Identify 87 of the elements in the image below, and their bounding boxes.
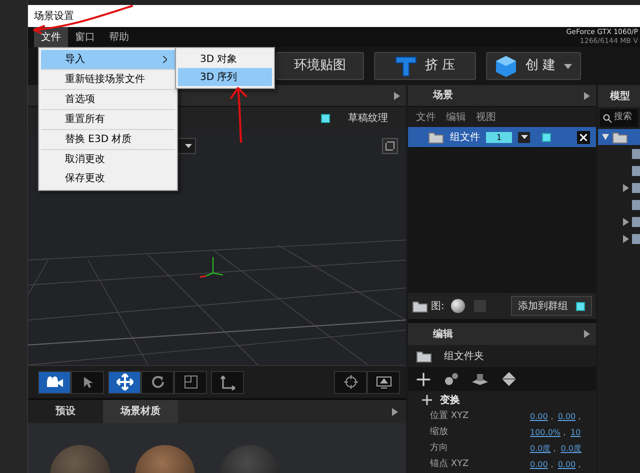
value-link[interactable]: 0.00 <box>558 411 576 423</box>
toolbar-button[interactable]: 环境贴图 <box>276 52 364 80</box>
square-icon[interactable] <box>174 370 207 394</box>
value-separator: ， <box>548 411 556 423</box>
panel-menu-item[interactable]: 视图 <box>476 110 496 124</box>
property-label: 锚点 XYZ <box>430 458 470 472</box>
panel-title: 编辑 <box>432 328 454 342</box>
window-title: 场景设置 <box>34 10 74 24</box>
caret-icon <box>185 144 192 148</box>
expand-arrow-icon[interactable] <box>623 234 629 242</box>
panel-title: 模型 <box>610 90 630 104</box>
menu-item[interactable]: 窗口 <box>68 27 102 47</box>
panel-title: 场景 <box>432 88 454 103</box>
box-icon[interactable] <box>471 372 489 386</box>
menu-option[interactable]: 3D 对象 <box>178 50 272 68</box>
value-link[interactable]: 0.0度 <box>560 443 582 455</box>
toolbar-button[interactable]: 创 建 <box>486 52 581 80</box>
panel-tab[interactable]: 预设 <box>28 400 103 423</box>
menu-option[interactable]: 取消更改 <box>41 150 175 169</box>
move-icon[interactable] <box>108 370 141 394</box>
panel-tab[interactable]: 场景材质 <box>103 400 178 423</box>
value-link[interactable]: 0.00 <box>530 459 548 471</box>
rotate-icon[interactable] <box>141 370 174 394</box>
axes-icon[interactable] <box>211 370 244 394</box>
target-icon[interactable] <box>334 370 367 394</box>
search-field[interactable]: 搜索 <box>600 109 638 127</box>
menu-option[interactable]: 3D 序列 <box>178 68 272 86</box>
menu-option[interactable]: 替换 E3D 材质 <box>41 130 175 149</box>
property-label: 方向 <box>430 442 449 456</box>
pointer-icon[interactable] <box>71 370 104 394</box>
expand-icon[interactable] <box>382 138 398 154</box>
expand-arrow-icon[interactable] <box>602 134 609 140</box>
property-label: 位置 XYZ <box>430 410 470 424</box>
menu-option[interactable]: 重置所有 <box>41 110 175 129</box>
caret-icon <box>564 64 572 68</box>
t-block-icon <box>394 55 417 77</box>
value-link[interactable]: 100.0% <box>530 427 561 439</box>
folder-icon <box>416 350 432 362</box>
dropdown-icon[interactable] <box>518 132 530 142</box>
panel-arrow-icon[interactable] <box>584 330 590 338</box>
toolbar-button[interactable]: 挤 压 <box>374 52 476 80</box>
close-icon[interactable] <box>577 130 590 144</box>
scene-row-name: 组文件 <box>450 130 480 144</box>
cube-icon <box>495 55 518 77</box>
folder-name: 组文件夹 <box>444 350 484 364</box>
visibility-toggle[interactable] <box>542 132 551 142</box>
panel-arrow-icon[interactable] <box>392 408 398 416</box>
search-input[interactable]: 搜索 <box>614 111 638 125</box>
group-toggle[interactable] <box>576 302 585 310</box>
value-separator: ， <box>576 411 584 423</box>
texture-toggle[interactable] <box>321 114 330 123</box>
scene-row[interactable]: 组文件 1 <box>408 127 596 147</box>
menu-option[interactable]: 首选项 <box>41 90 175 109</box>
plus-icon <box>422 395 432 405</box>
panel-arrow-icon[interactable] <box>394 92 400 100</box>
menu-option[interactable]: 导入 <box>41 50 175 69</box>
tree-root-row[interactable] <box>598 129 640 145</box>
value-separator: ， <box>550 443 559 455</box>
expand-arrow-icon[interactable] <box>623 218 629 226</box>
property-label: 缩放 <box>430 426 449 440</box>
menu-option[interactable]: 保存更改 <box>41 169 175 188</box>
annotation-arrow <box>228 86 250 144</box>
camera-icon[interactable] <box>38 370 71 394</box>
monitor-icon[interactable] <box>367 370 400 394</box>
value-link[interactable]: 10 <box>570 427 581 439</box>
add-to-group-button[interactable]: 添加到群组 <box>511 296 592 316</box>
search-icon <box>603 114 612 122</box>
value-separator: ， <box>560 427 569 439</box>
value-link[interactable]: 0.00 <box>558 459 576 471</box>
value-separator: ， <box>548 459 556 471</box>
value-separator: ， <box>576 459 584 471</box>
expand-arrow-icon[interactable] <box>623 184 629 192</box>
map-label: 图: <box>431 300 444 314</box>
menu-option[interactable]: 重新链接场景文件 <box>41 70 175 89</box>
diamond-icon[interactable] <box>501 371 517 387</box>
value-link[interactable]: 0.0度 <box>530 443 551 455</box>
menu-item[interactable]: 帮助 <box>102 27 136 47</box>
value-link[interactable]: 0.00 <box>530 411 548 423</box>
texture-label: 草稿纹理 <box>348 112 388 126</box>
add-folder-icon <box>412 300 428 312</box>
folder-icon <box>428 130 444 144</box>
panel-menu-item[interactable]: 文件 <box>416 110 436 124</box>
panel-arrow-icon[interactable] <box>584 92 590 100</box>
folder-icon <box>612 130 628 144</box>
section-title: 变换 <box>440 393 460 408</box>
count-field[interactable]: 1 <box>486 132 512 142</box>
panel-menu-item[interactable]: 编辑 <box>446 110 466 124</box>
